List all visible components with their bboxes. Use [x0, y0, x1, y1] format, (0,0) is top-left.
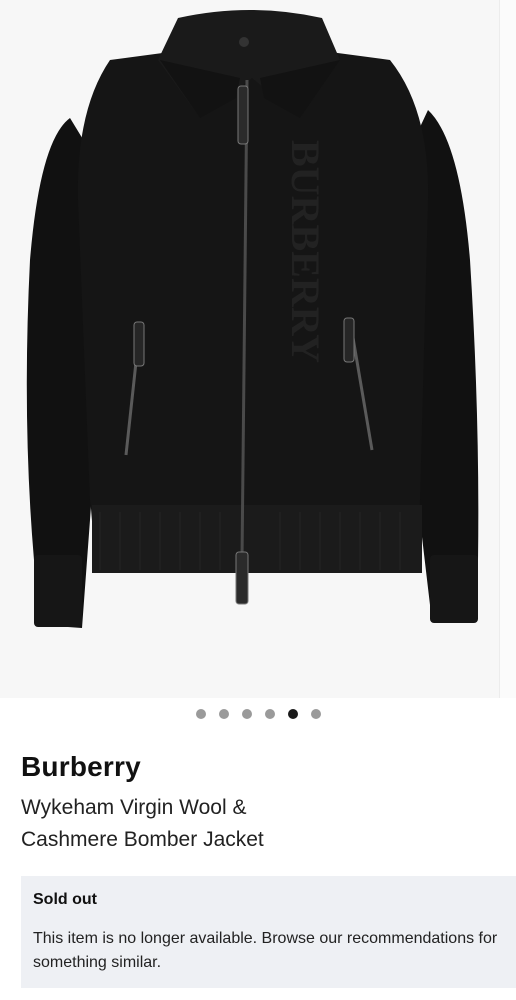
gallery-dot-5[interactable] [287, 709, 298, 719]
gallery-dot-6[interactable] [310, 709, 321, 719]
sold-out-notice: Sold out This item is no longer availabl… [21, 876, 516, 988]
product-title-line-2: Cashmere Bomber Jacket [21, 828, 264, 851]
gallery-dot-1[interactable] [195, 709, 206, 719]
brand-name[interactable]: Burberry [21, 751, 141, 783]
sold-out-message: This item is no longer available. Browse… [33, 930, 498, 971]
next-image-peek[interactable] [499, 0, 516, 698]
gallery-dot-2[interactable] [218, 709, 229, 719]
product-title: Wykeham Virgin Wool & Cashmere Bomber Ja… [21, 792, 491, 856]
svg-text:BURBERRY: BURBERRY [283, 140, 328, 363]
gallery-dot-4[interactable] [264, 709, 275, 719]
product-page: BURBERRY Burberry Wykeham Virgin Wool & … [0, 0, 516, 1000]
product-title-line-1: Wykeham Virgin Wool & [21, 796, 247, 819]
gallery-dot-3[interactable] [241, 709, 252, 719]
sold-out-title: Sold out [33, 891, 97, 908]
gallery-pagination [0, 709, 516, 719]
product-image-gallery[interactable]: BURBERRY [0, 0, 516, 698]
product-image[interactable]: BURBERRY [0, 0, 500, 698]
